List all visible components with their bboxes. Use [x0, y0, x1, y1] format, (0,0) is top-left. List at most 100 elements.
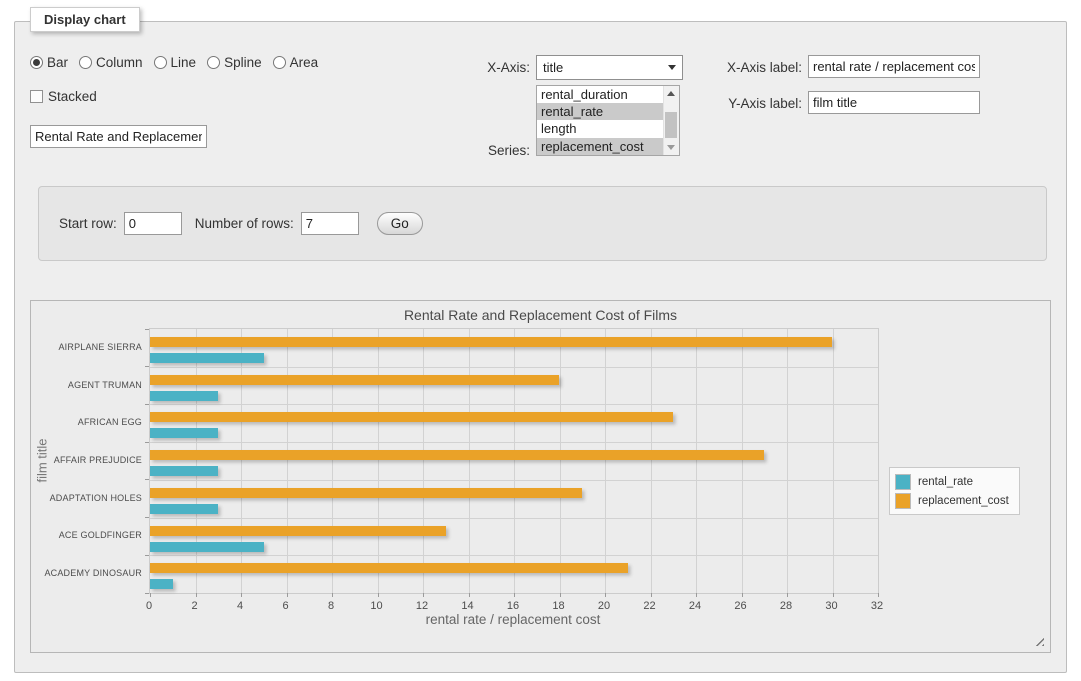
gridline-horizontal [150, 555, 878, 556]
bar-replacement_cost [150, 375, 559, 385]
x-tick-mark [787, 593, 788, 597]
start-row-input[interactable] [124, 212, 182, 235]
scrollbar-thumb[interactable] [665, 112, 677, 138]
legend-swatch-replacement_cost [895, 493, 911, 509]
gridline-vertical [423, 329, 424, 593]
category-label: ACE GOLDFINGER [28, 530, 142, 540]
chart-type-option-bar[interactable]: Bar [30, 55, 68, 70]
x-tick-mark [423, 593, 424, 597]
radio-column[interactable] [79, 56, 92, 69]
x-axis-selected-value: title [543, 60, 563, 75]
bar-rental_rate [150, 428, 218, 438]
row-range-controls: Start row: Number of rows: Go [38, 186, 1047, 261]
chart-title-input[interactable] [30, 125, 207, 148]
go-button[interactable]: Go [377, 212, 423, 235]
gridline-horizontal [150, 367, 878, 368]
x-tick-mark [742, 593, 743, 597]
x-tick-label: 2 [180, 600, 210, 612]
x-tick-label: 0 [134, 600, 164, 612]
scrollbar[interactable] [663, 86, 679, 155]
bar-replacement_cost [150, 337, 832, 347]
category-label: ACADEMY DINOSAUR [28, 568, 142, 578]
scroll-down-icon[interactable] [667, 145, 675, 150]
x-tick-label: 22 [635, 600, 665, 612]
plot-area: AIRPLANE SIERRAAGENT TRUMANAFRICAN EGGAF… [149, 328, 879, 594]
gridline-vertical [241, 329, 242, 593]
radio-label-line: Line [171, 55, 197, 70]
x-tick-mark [332, 593, 333, 597]
series-option-length[interactable]: length [537, 120, 663, 137]
scroll-up-icon[interactable] [667, 91, 675, 96]
x-tick-mark [833, 593, 834, 597]
y-axis-label-caption: Y-Axis label: [690, 96, 802, 111]
gridline-horizontal [150, 404, 878, 405]
gridline-horizontal [150, 518, 878, 519]
bar-rental_rate [150, 391, 218, 401]
gridline-vertical [378, 329, 379, 593]
radio-label-bar: Bar [47, 55, 68, 70]
x-tick-mark [150, 593, 151, 597]
gridline-horizontal [150, 442, 878, 443]
gridline-vertical [833, 329, 834, 593]
x-tick-mark [287, 593, 288, 597]
series-option-rental_duration[interactable]: rental_duration [537, 86, 663, 103]
x-tick-label: 14 [453, 600, 483, 612]
y-tick-mark [145, 517, 149, 518]
x-axis-select[interactable]: title [536, 55, 683, 80]
series-option-replacement_cost[interactable]: replacement_cost [537, 138, 663, 155]
x-tick-label: 30 [817, 600, 847, 612]
series-option-rental_rate[interactable]: rental_rate [537, 103, 663, 120]
x-tick-mark [878, 593, 879, 597]
x-axis-title: rental rate / replacement cost [149, 612, 877, 627]
legend-label: rental_rate [918, 476, 973, 488]
x-tick-label: 16 [498, 600, 528, 612]
stacked-label: Stacked [48, 89, 97, 104]
x-tick-label: 6 [271, 600, 301, 612]
gridline-vertical [287, 329, 288, 593]
x-tick-label: 24 [680, 600, 710, 612]
stacked-checkbox-row[interactable]: Stacked [30, 89, 97, 104]
num-rows-input[interactable] [301, 212, 359, 235]
resize-handle-icon[interactable] [1033, 635, 1044, 646]
y-axis-label-input[interactable] [808, 91, 980, 114]
gridline-horizontal [150, 480, 878, 481]
panel-title: Display chart [30, 7, 140, 32]
x-tick-label: 28 [771, 600, 801, 612]
stacked-checkbox[interactable] [30, 90, 43, 103]
radio-spline[interactable] [207, 56, 220, 69]
category-label: AGENT TRUMAN [28, 380, 142, 390]
y-tick-mark [145, 593, 149, 594]
x-tick-mark [514, 593, 515, 597]
chevron-down-icon [668, 65, 676, 70]
gridline-vertical [651, 329, 652, 593]
x-tick-label: 26 [726, 600, 756, 612]
chart-type-option-spline[interactable]: Spline [207, 55, 262, 70]
bar-replacement_cost [150, 488, 582, 498]
x-tick-label: 8 [316, 600, 346, 612]
x-tick-mark [605, 593, 606, 597]
start-row-label: Start row: [59, 216, 117, 231]
gridline-vertical [696, 329, 697, 593]
x-tick-label: 18 [544, 600, 574, 612]
x-axis-label-input[interactable] [808, 55, 980, 78]
x-tick-mark [378, 593, 379, 597]
num-rows-label: Number of rows: [195, 216, 294, 231]
bar-replacement_cost [150, 563, 628, 573]
radio-line[interactable] [154, 56, 167, 69]
chart-type-option-area[interactable]: Area [273, 55, 319, 70]
x-tick-mark [241, 593, 242, 597]
legend-entry-rental_rate: rental_rate [895, 472, 1009, 491]
gridline-vertical [787, 329, 788, 593]
chart-type-option-column[interactable]: Column [79, 55, 143, 70]
x-tick-mark [696, 593, 697, 597]
gridline-vertical [514, 329, 515, 593]
radio-area[interactable] [273, 56, 286, 69]
series-multiselect[interactable]: rental_durationrental_ratelengthreplacem… [536, 85, 680, 156]
chart-container: Rental Rate and Replacement Cost of Film… [30, 300, 1051, 653]
category-label: AIRPLANE SIERRA [28, 342, 142, 352]
bar-replacement_cost [150, 526, 446, 536]
chart-type-option-line[interactable]: Line [154, 55, 197, 70]
y-tick-mark [145, 404, 149, 405]
x-tick-mark [196, 593, 197, 597]
radio-bar[interactable] [30, 56, 43, 69]
